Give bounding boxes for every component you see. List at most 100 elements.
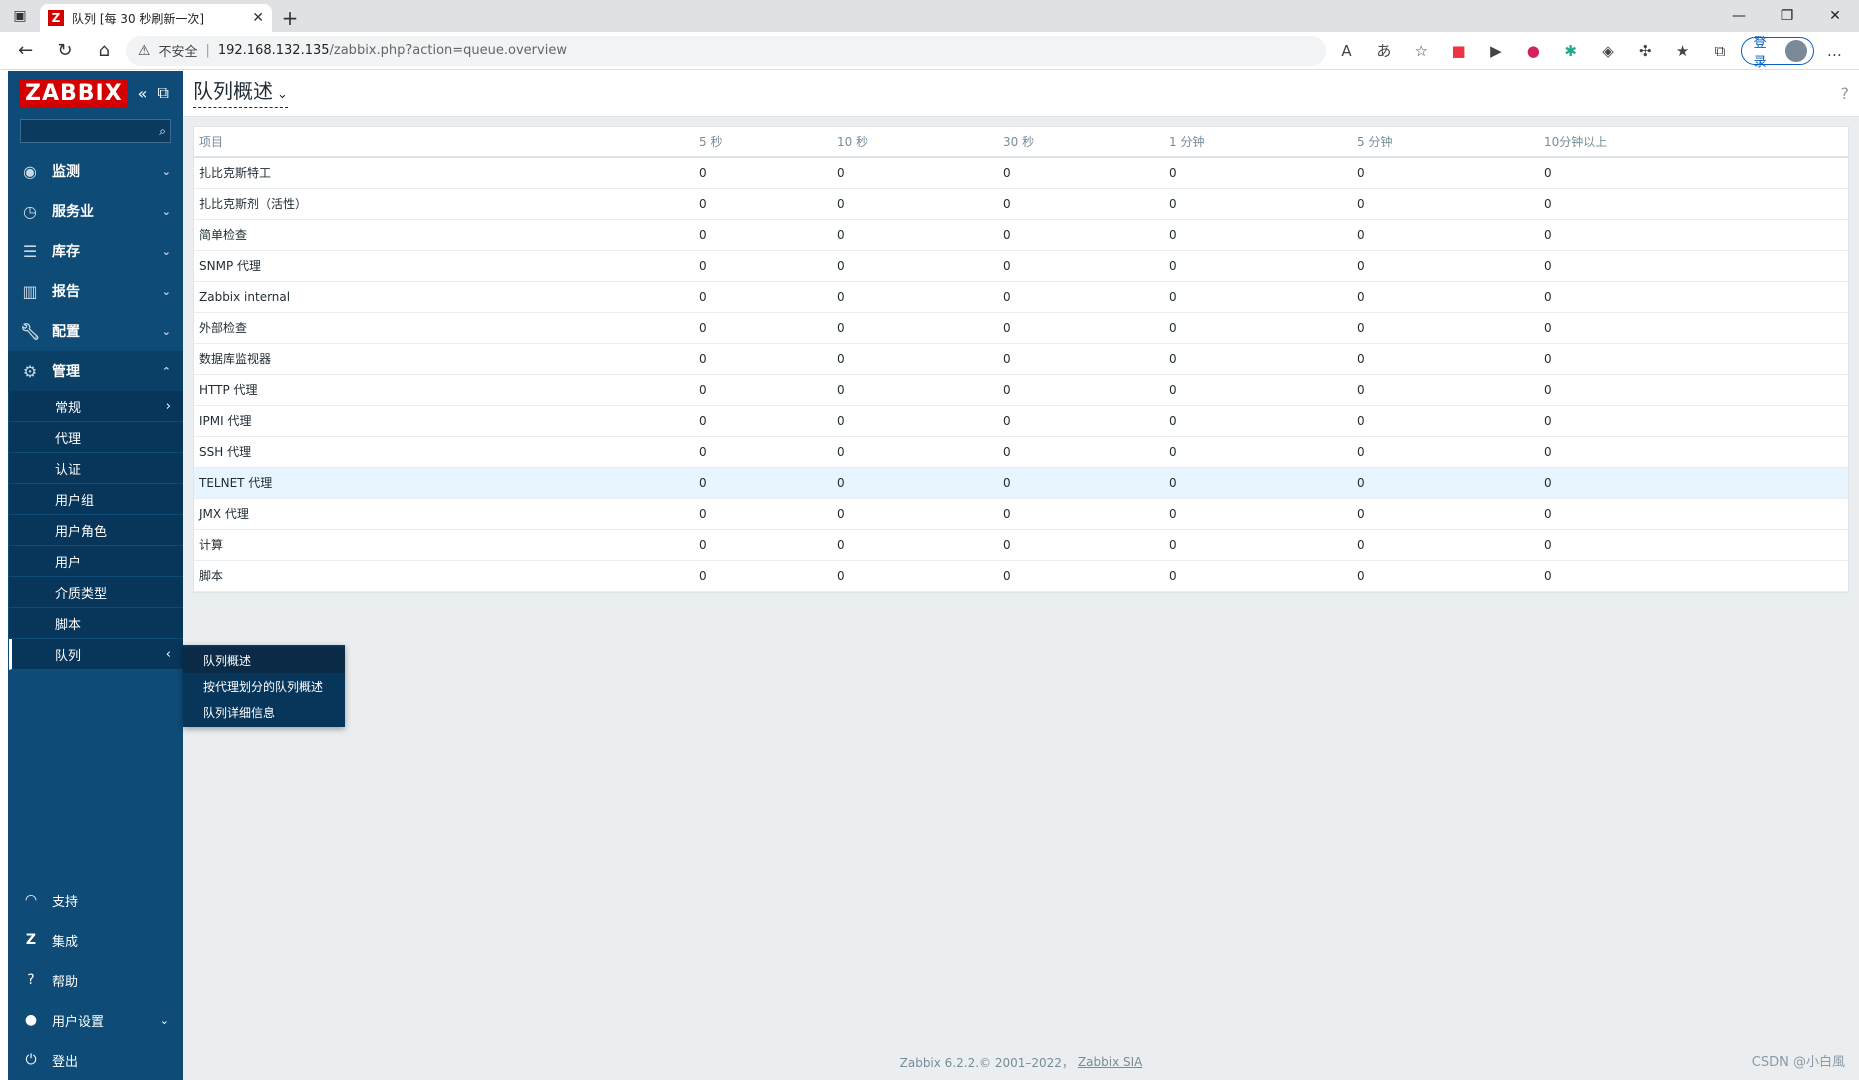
more-icon[interactable]: … xyxy=(1818,36,1851,66)
submenu-proxies[interactable]: 代理 xyxy=(9,422,183,453)
sidebar-header: ZABBIX « ⧉ xyxy=(8,71,183,115)
submenu-media-types[interactable]: 介质类型 xyxy=(9,577,183,608)
read-aloud-icon[interactable]: A xyxy=(1330,36,1363,66)
menu-monitoring[interactable]: ◉ 监测 ⌄ xyxy=(8,151,183,191)
menu-integrations[interactable]: Z 集成 xyxy=(8,920,183,960)
reload-icon[interactable]: ↻ xyxy=(47,35,82,67)
window-menu-icon[interactable]: ▣ xyxy=(0,0,40,32)
submenu-queue[interactable]: 队列 ‹ xyxy=(9,639,183,670)
queue-count: 0 xyxy=(1164,498,1352,530)
queue-count: 0 xyxy=(1352,188,1539,220)
table-row: 外部检查 0 0 0 0 0 0 xyxy=(194,312,1848,344)
question-icon: ? xyxy=(27,972,35,988)
chevron-left-icon: ‹ xyxy=(165,646,171,662)
home-icon[interactable]: ⌂ xyxy=(87,35,122,67)
table-header-row: 项目 5 秒 10 秒 30 秒 1 分钟 5 分钟 10分钟以上 xyxy=(194,127,1848,158)
kiosk-mode-icon[interactable]: ⧉ xyxy=(157,83,168,103)
table-row: IPMI 代理 0 0 0 0 0 0 xyxy=(194,405,1848,437)
table-row: 简单检查 0 0 0 0 0 0 xyxy=(194,219,1848,251)
item-name: HTTP 代理 xyxy=(194,374,694,406)
search-input[interactable]: ⌕ xyxy=(20,119,171,143)
queue-count: 0 xyxy=(1539,343,1848,375)
submenu-general[interactable]: 常规 › xyxy=(9,391,183,422)
flyout-queue-overview[interactable]: 队列概述 xyxy=(183,647,345,673)
queue-count: 0 xyxy=(1539,529,1848,561)
back-icon[interactable]: ← xyxy=(8,35,43,67)
help-icon[interactable]: ? xyxy=(1841,84,1850,103)
extension-pink-icon[interactable]: ● xyxy=(1517,36,1550,66)
queue-table-container: 项目 5 秒 10 秒 30 秒 1 分钟 5 分钟 10分钟以上 扎比克斯特工… xyxy=(193,126,1849,593)
table-row: 扎比克斯特工 0 0 0 0 0 0 xyxy=(194,157,1848,189)
restore-icon[interactable]: ❐ xyxy=(1763,0,1811,32)
submenu-authentication[interactable]: 认证 xyxy=(9,453,183,484)
queue-count: 0 xyxy=(1539,157,1848,189)
queue-count: 0 xyxy=(832,343,998,375)
item-name: SSH 代理 xyxy=(194,436,694,468)
submenu-label: 脚本 xyxy=(55,617,82,633)
company-link[interactable]: Zabbix SIA xyxy=(1078,1055,1142,1069)
menu-services[interactable]: ◷ 服务业 ⌄ xyxy=(8,191,183,231)
queue-count: 0 xyxy=(1164,188,1352,220)
page-title-dropdown[interactable]: 队列概述 ⌄ xyxy=(193,79,288,108)
menu-support[interactable]: ◠ 支持 xyxy=(8,880,183,920)
queue-count: 0 xyxy=(1164,436,1352,468)
collapse-sidebar-icon[interactable]: « xyxy=(138,84,148,103)
url-separator: | xyxy=(205,43,210,58)
close-tab-icon[interactable]: ✕ xyxy=(252,10,264,26)
menu-administration[interactable]: ⚙ 管理 ⌃ xyxy=(8,351,183,391)
menu-sign-out[interactable]: ⏻ 登出 xyxy=(8,1040,183,1080)
queue-flyout-menu: 队列概述 按代理划分的队列概述 队列详细信息 xyxy=(183,645,345,727)
favorites-icon[interactable]: ★ xyxy=(1666,36,1699,66)
submenu-label: 队列 xyxy=(55,648,82,664)
zabbix-logo[interactable]: ZABBIX xyxy=(20,78,128,108)
item-name: 外部检查 xyxy=(194,312,694,344)
login-button[interactable]: 登录 xyxy=(1740,36,1814,70)
queue-count: 0 xyxy=(1164,560,1352,592)
item-name: 数据库监视器 xyxy=(194,343,694,375)
new-tab-icon[interactable]: + xyxy=(272,4,308,32)
close-window-icon[interactable]: ✕ xyxy=(1811,0,1859,32)
address-toolbar: ← ↻ ⌂ ⚠ 不安全 | 192.168.132.135/zabbix.php… xyxy=(0,32,1859,70)
menu-help[interactable]: ? 帮助 xyxy=(8,960,183,1000)
chevron-right-icon: › xyxy=(165,398,171,414)
translate-icon[interactable]: あ xyxy=(1367,36,1400,66)
queue-count: 0 xyxy=(1352,436,1539,468)
queue-count: 0 xyxy=(1539,467,1848,499)
queue-count: 0 xyxy=(832,498,998,530)
menu-reports[interactable]: ▥ 报告 ⌄ xyxy=(8,271,183,311)
extension-red-icon[interactable]: ■ xyxy=(1442,36,1475,66)
flyout-queue-details[interactable]: 队列详细信息 xyxy=(183,699,345,725)
url-bar[interactable]: ⚠ 不安全 | 192.168.132.135/zabbix.php?actio… xyxy=(125,35,1326,66)
menu-user-settings[interactable]: ● 用户设置 ⌄ xyxy=(8,1000,183,1040)
extensions-icon[interactable]: ✣ xyxy=(1629,36,1662,66)
menu-inventory[interactable]: ☰ 库存 ⌄ xyxy=(8,231,183,271)
submenu-label: 代理 xyxy=(55,431,82,447)
sidebar: ZABBIX « ⧉ ⌕ ◉ 监测 ⌄ ◷ 服务业 ⌄ ☰ 库存 ⌄ ▥ 报告 … xyxy=(8,71,183,1080)
collections-icon[interactable]: ⧉ xyxy=(1703,36,1736,66)
add-favorite-icon[interactable]: ☆ xyxy=(1405,36,1438,66)
submenu-users[interactable]: 用户 xyxy=(9,546,183,577)
queue-count: 0 xyxy=(1164,374,1352,406)
extension-color-icon[interactable]: ✱ xyxy=(1554,36,1587,66)
submenu-scripts[interactable]: 脚本 xyxy=(9,608,183,639)
play-extension-icon[interactable]: ▶ xyxy=(1479,36,1512,66)
search-icon[interactable]: ⌕ xyxy=(159,124,166,139)
browser-tab[interactable]: Z 队列 [每 30 秒刷新一次] ✕ xyxy=(40,4,272,32)
queue-count: 0 xyxy=(1352,312,1539,344)
url-text: 192.168.132.135/zabbix.php?action=queue.… xyxy=(218,43,567,58)
queue-count: 0 xyxy=(694,219,832,251)
menu-configuration[interactable]: 🔧︎ 配置 ⌄ xyxy=(8,311,183,351)
page-header: 队列概述 ⌄ ? xyxy=(183,71,1859,117)
z-icon: Z xyxy=(25,932,37,948)
column-header: 30 秒 xyxy=(998,127,1164,158)
submenu-user-groups[interactable]: 用户组 xyxy=(9,484,183,515)
minimize-icon[interactable]: — xyxy=(1715,0,1763,32)
extension-gray-icon[interactable]: ◈ xyxy=(1591,36,1624,66)
queue-count: 0 xyxy=(998,529,1164,561)
submenu-label: 常规 xyxy=(55,400,82,416)
flyout-queue-by-proxy[interactable]: 按代理划分的队列概述 xyxy=(183,673,345,699)
footer-label: 用户设置 xyxy=(52,1014,105,1030)
submenu-user-roles[interactable]: 用户角色 xyxy=(9,515,183,546)
queue-count: 0 xyxy=(694,343,832,375)
menu-label: 报告 xyxy=(52,284,80,300)
